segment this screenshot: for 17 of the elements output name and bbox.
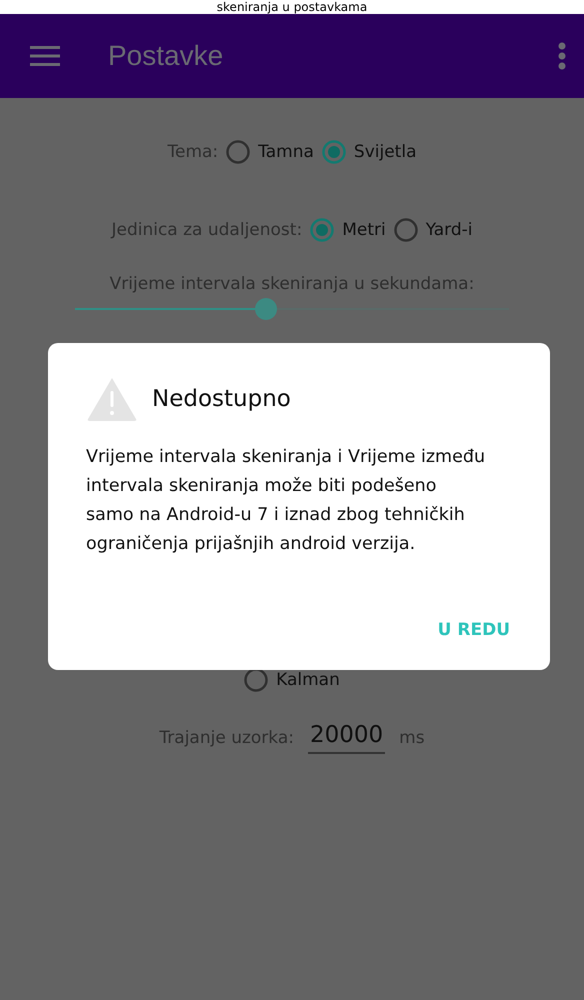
radio-button[interactable] [322,140,346,164]
radio-button[interactable] [310,218,334,242]
overflow-menu-icon[interactable] [558,42,566,70]
radio-label[interactable]: Yard-i [426,220,473,240]
menu-icon[interactable] [30,45,60,67]
radio-label[interactable]: Kalman [276,670,340,690]
radio-label[interactable]: Svijetla [354,142,416,162]
dialog-message: Vrijeme intervala skeniranja i Vrijeme između intervala skeniranja može biti podešeno samo na Android-u 7 i iznad zbog tehničkih ograničenja prijašnjih android verzija. [86,446,486,556]
dialog-title: Nedostupno [152,386,291,412]
radio-label[interactable]: Tamna [258,142,314,162]
ok-button[interactable]: U REDU [434,614,514,646]
radio-button[interactable] [244,668,268,692]
radio-button[interactable] [226,140,250,164]
radio-button[interactable] [394,218,418,242]
app-title: Postavke [108,40,224,72]
duration-field[interactable]: 20000 [308,722,386,754]
radio-label[interactable]: Metri [342,220,386,240]
